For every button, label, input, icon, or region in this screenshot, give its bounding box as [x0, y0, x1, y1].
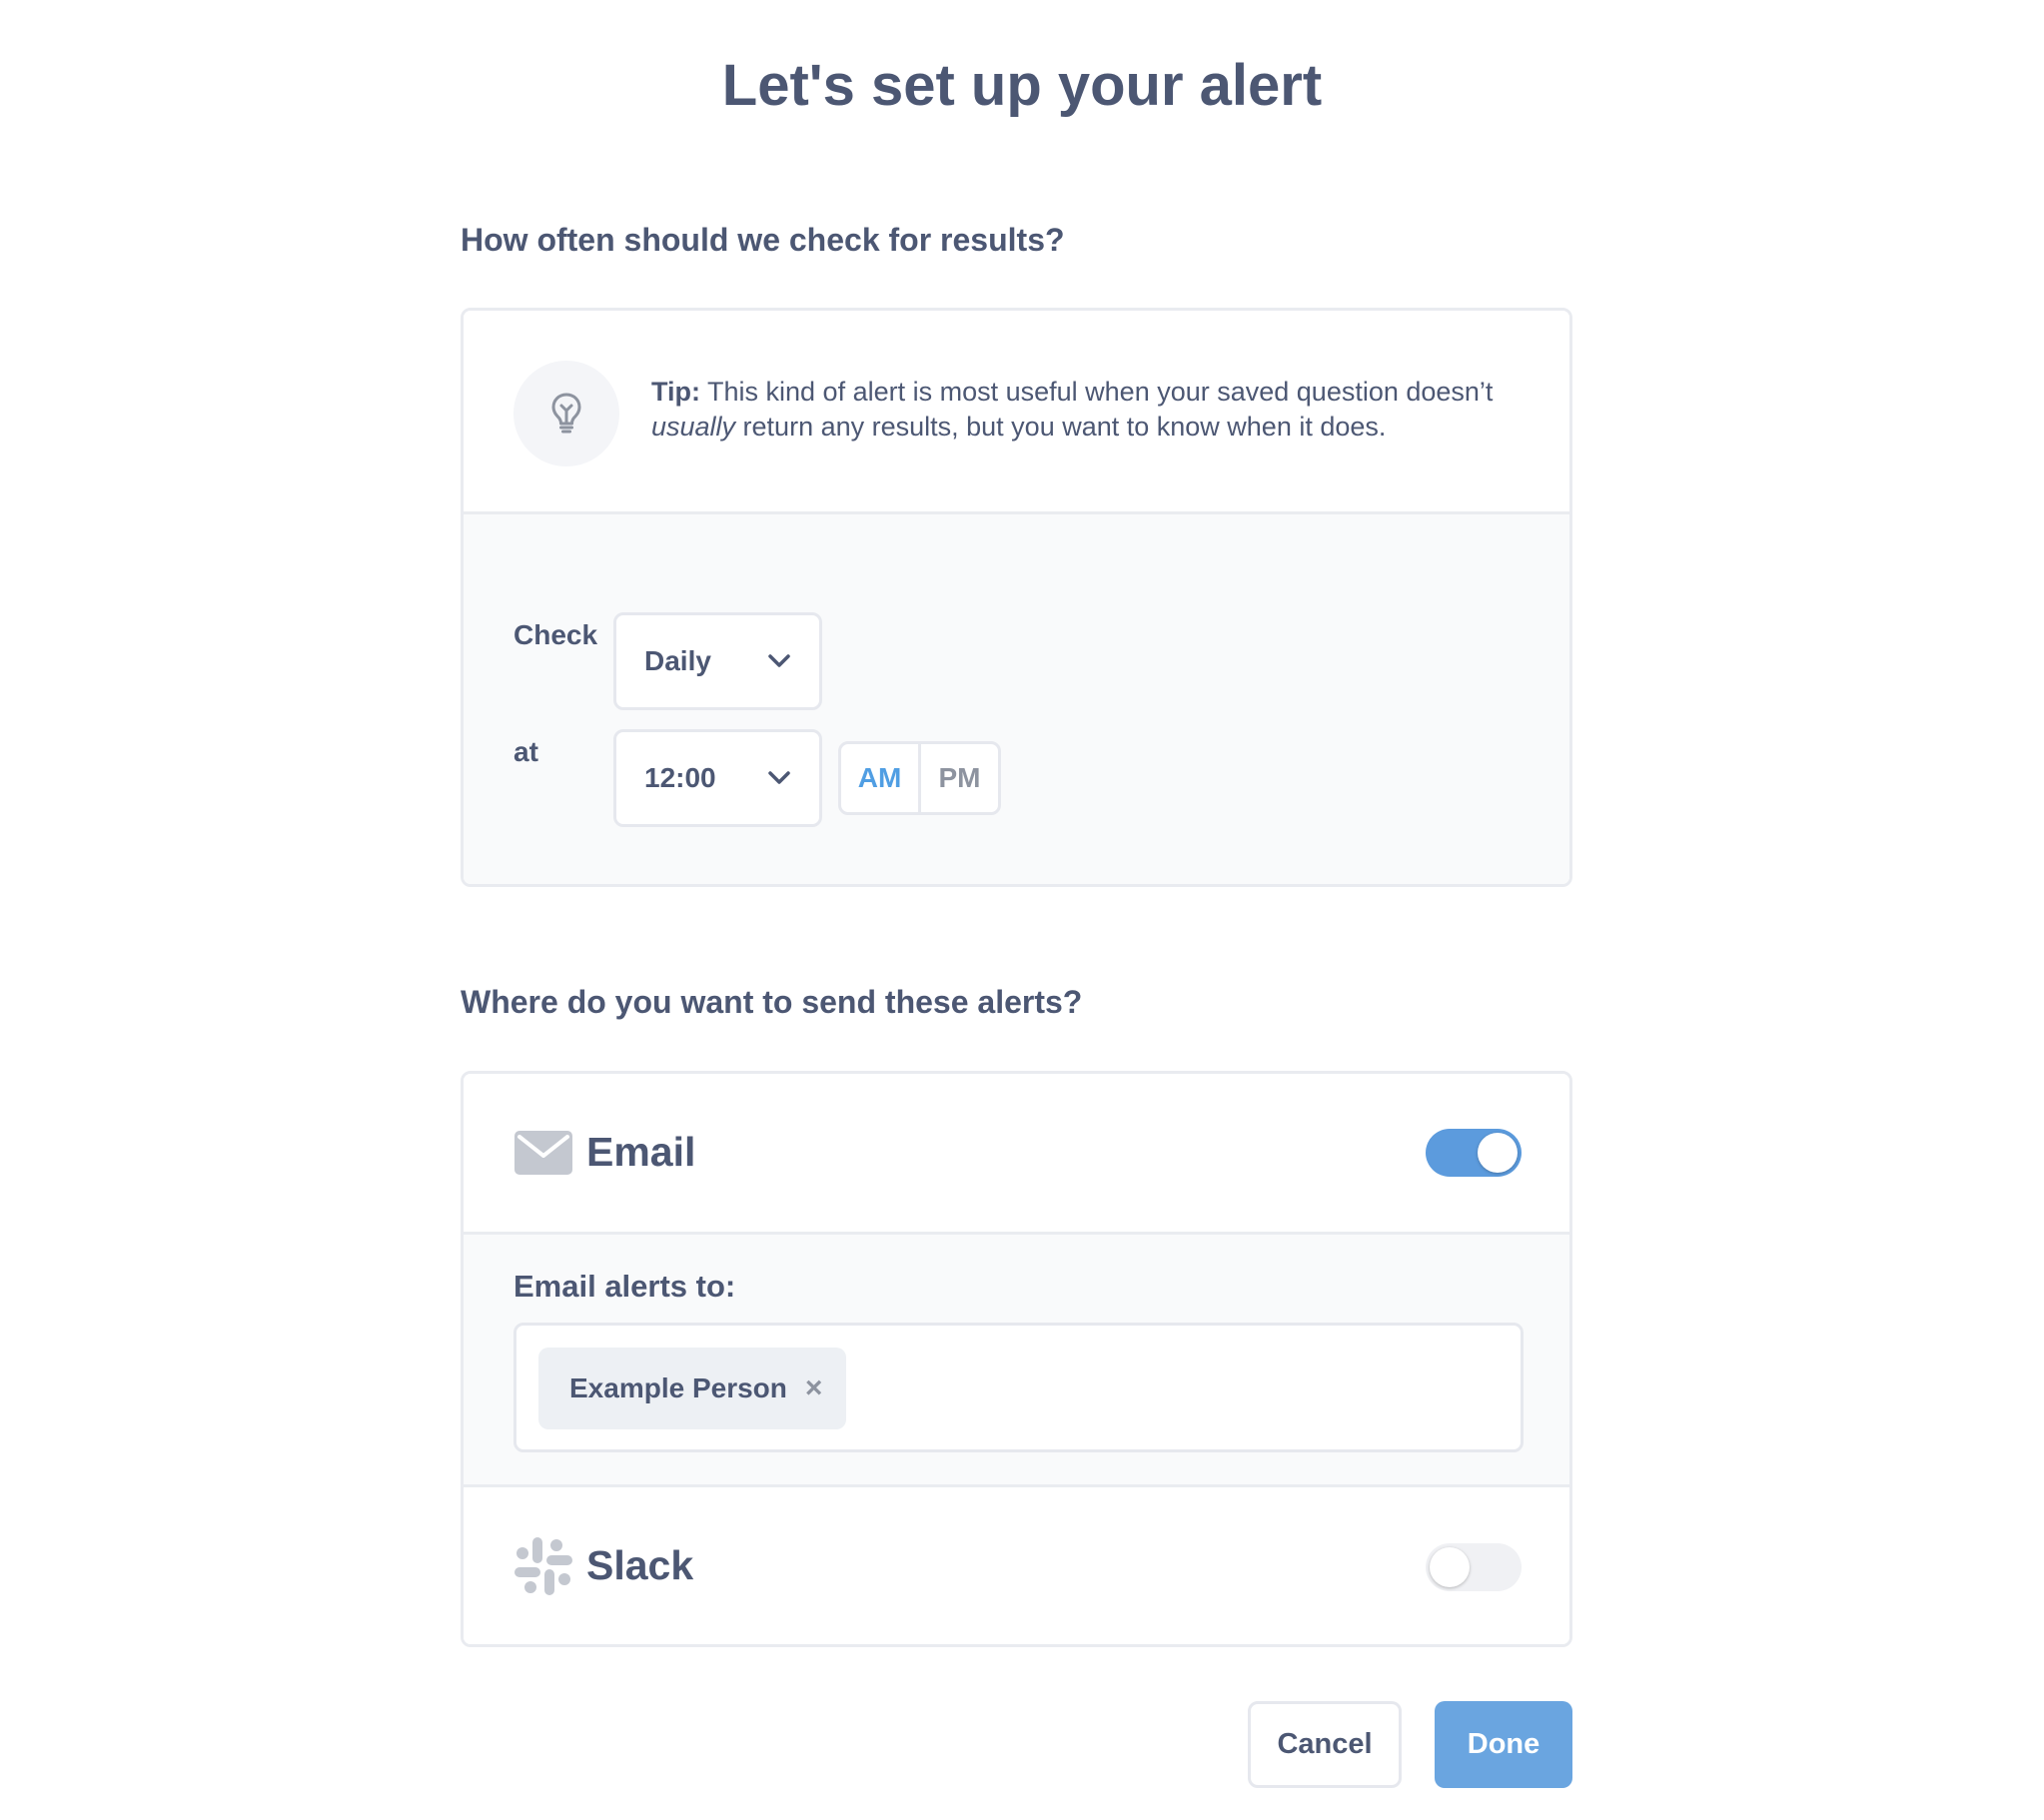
recipient-name: Example Person [569, 1372, 787, 1403]
at-label: at [513, 736, 538, 767]
time-select[interactable]: 12:00 [613, 729, 822, 827]
chevron-down-icon [768, 771, 790, 784]
frequency-select[interactable]: Daily [613, 612, 822, 710]
recipient-chip: Example Person × [538, 1348, 846, 1429]
tip-emphasis: usually [651, 412, 736, 442]
tip-text-part1: This kind of alert is most useful when y… [700, 377, 1494, 407]
channels-card: Email Email alerts to: Example Person × [461, 1071, 1572, 1647]
am-option[interactable]: AM [841, 744, 921, 812]
schedule-heading: How often should we check for results? [461, 222, 1065, 258]
time-value: 12:00 [644, 762, 716, 793]
email-channel-row: Email [464, 1074, 1569, 1232]
slack-toggle[interactable] [1426, 1543, 1522, 1591]
lightbulb-icon [513, 361, 619, 466]
recipient-input[interactable]: Example Person × [513, 1323, 1524, 1452]
email-recipients-section: Email alerts to: Example Person × [464, 1232, 1569, 1487]
tip-label: Tip: [651, 377, 700, 407]
tip-row: Tip: This kind of alert is most useful w… [464, 311, 1569, 514]
done-button[interactable]: Done [1435, 1701, 1572, 1788]
pm-option[interactable]: PM [921, 744, 998, 812]
email-alerts-label: Email alerts to: [513, 1269, 736, 1304]
alert-setup-modal: Let's set up your alert How often should… [0, 0, 2044, 1820]
chevron-down-icon [768, 654, 790, 667]
schedule-body: Check Daily at 12:00 [464, 514, 1569, 884]
channels-heading: Where do you want to send these alerts? [461, 984, 1083, 1020]
email-channel-label: Email [586, 1129, 696, 1175]
schedule-card: Tip: This kind of alert is most useful w… [461, 308, 1572, 887]
slack-icon [514, 1537, 572, 1595]
cancel-button[interactable]: Cancel [1248, 1701, 1402, 1788]
slack-channel-row: Slack [464, 1487, 1569, 1644]
toggle-knob [1478, 1133, 1518, 1173]
tip-text-part2: return any results, but you want to know… [735, 412, 1387, 442]
email-toggle[interactable] [1426, 1129, 1522, 1177]
am-pm-toggle: AM PM [838, 741, 1001, 815]
toggle-knob [1430, 1547, 1470, 1587]
frequency-value: Daily [644, 645, 711, 676]
slack-channel-label: Slack [586, 1542, 694, 1588]
check-label: Check [513, 619, 598, 650]
tip-text: Tip: This kind of alert is most useful w… [651, 375, 1531, 445]
mail-icon [514, 1131, 572, 1175]
page-title: Let's set up your alert [721, 53, 1323, 118]
remove-recipient-icon[interactable]: × [805, 1373, 823, 1403]
